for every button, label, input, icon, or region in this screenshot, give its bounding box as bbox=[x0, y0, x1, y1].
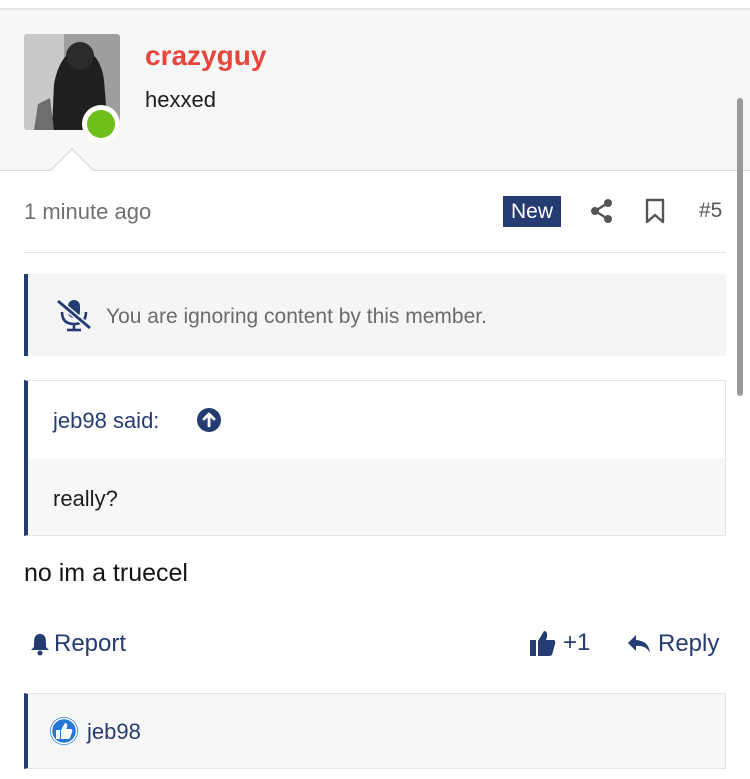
like-button[interactable]: +1 bbox=[529, 628, 590, 658]
scrollbar[interactable] bbox=[737, 98, 743, 396]
quote-author-link[interactable]: jeb98 said: bbox=[53, 408, 159, 434]
quote-header: jeb98 said: bbox=[28, 381, 725, 458]
post-number-link[interactable]: #5 bbox=[699, 199, 722, 223]
reaction-user-link[interactable]: jeb98 bbox=[87, 719, 141, 745]
online-status-indicator bbox=[82, 105, 120, 143]
post-message: no im a truecel bbox=[24, 559, 188, 587]
username-link[interactable]: crazyguy bbox=[145, 40, 266, 72]
like-reaction-icon bbox=[49, 716, 79, 751]
bookmark-icon[interactable] bbox=[645, 198, 665, 229]
post-timestamp[interactable]: 1 minute ago bbox=[24, 199, 151, 225]
reply-arrow-icon bbox=[628, 635, 650, 653]
post-actions: Report +1 Reply bbox=[24, 626, 726, 666]
post-meta: 1 minute ago New #5 bbox=[24, 195, 726, 231]
like-count: +1 bbox=[563, 629, 591, 656]
new-badge: New bbox=[503, 196, 562, 227]
report-label: Report bbox=[54, 630, 127, 657]
share-icon[interactable] bbox=[590, 198, 614, 229]
arrow-up-circle-icon[interactable] bbox=[196, 407, 222, 438]
report-button[interactable]: Report bbox=[30, 630, 126, 658]
ignore-notice: You are ignoring content by this member. bbox=[24, 274, 726, 356]
ignore-notice-text: You are ignoring content by this member. bbox=[106, 305, 487, 328]
header-pointer bbox=[50, 150, 94, 172]
bell-icon bbox=[31, 634, 49, 656]
reactions-bar[interactable]: jeb98 bbox=[24, 693, 726, 769]
reply-label: Reply bbox=[658, 630, 720, 657]
user-header: crazyguy hexxed bbox=[0, 10, 750, 171]
quote-block: jeb98 said: really? bbox=[24, 380, 726, 536]
quote-body: really? bbox=[28, 458, 725, 535]
user-title: hexxed bbox=[145, 87, 216, 112]
meta-divider bbox=[24, 252, 726, 253]
thumbs-up-icon bbox=[530, 631, 556, 656]
quote-text: really? bbox=[53, 486, 118, 511]
reply-button[interactable]: Reply bbox=[626, 630, 719, 658]
mute-icon bbox=[54, 298, 94, 337]
